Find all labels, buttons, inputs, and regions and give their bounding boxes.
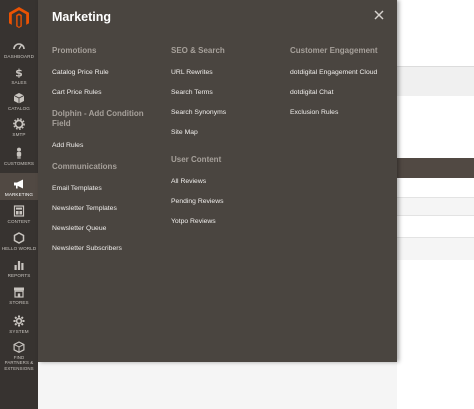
- marketing-flyout-panel: Marketing Promotions Catalog Price Rule …: [38, 0, 397, 362]
- sidebar-item-label: Marketing: [4, 192, 34, 197]
- sidebar-item-label: Dashboard: [4, 54, 34, 59]
- section-title-seo-search: SEO & Search: [171, 46, 225, 55]
- box-icon: [13, 93, 25, 104]
- admin-app: Dashboard $ Sales Catalog SMTP: [0, 0, 474, 409]
- flyout-title: Marketing: [52, 10, 112, 24]
- section-title-communications: Communications: [52, 162, 117, 171]
- dollar-icon: $: [15, 67, 23, 79]
- sidebar-item-dashboard[interactable]: Dashboard: [0, 38, 38, 66]
- dashboard-icon: [13, 43, 25, 50]
- sidebar-item-label: Stores: [9, 300, 29, 305]
- menu-link-exclusion-rules[interactable]: Exclusion Rules: [290, 109, 408, 117]
- person-icon: [16, 147, 22, 159]
- sidebar-item-label: Catalog: [8, 106, 30, 111]
- cube-icon: [13, 341, 25, 353]
- sidebar-item-find-partners[interactable]: Find Partners & Extensions: [0, 339, 38, 371]
- sidebar-item-label: System: [9, 329, 29, 334]
- bar-chart-icon: [14, 261, 24, 270]
- sidebar-item-marketing[interactable]: Marketing: [0, 173, 38, 200]
- menu-group-customer-engagement: Customer Engagement dotdigital Engagemen…: [290, 46, 408, 117]
- menu-link-yotpo-reviews[interactable]: Yotpo Reviews: [171, 218, 289, 226]
- menu-link-newsletter-templates[interactable]: Newsletter Templates: [52, 205, 170, 213]
- sidebar-item-hello-world[interactable]: Hello World: [0, 230, 38, 258]
- menu-group-seo-search: SEO & Search URL Rewrites Search Terms S…: [171, 46, 289, 137]
- menu-column-2: SEO & Search URL Rewrites Search Terms S…: [171, 46, 289, 238]
- menu-link-catalog-price-rule[interactable]: Catalog Price Rule: [52, 69, 170, 77]
- sidebar-item-label: Reports: [7, 273, 31, 278]
- sidebar-item-label: Hello World: [1, 246, 37, 251]
- sidebar-item-smtp[interactable]: SMTP: [0, 116, 38, 144]
- cog-icon: [13, 315, 25, 327]
- menu-column-3: Customer Engagement dotdigital Engagemen…: [290, 46, 408, 129]
- sidebar-item-reports[interactable]: Reports: [0, 257, 38, 285]
- menu-group-dolphin: Dolphin - Add Condition Field Add Rules: [52, 109, 170, 150]
- menu-link-cart-price-rules[interactable]: Cart Price Rules: [52, 89, 170, 97]
- menu-group-user-content: User Content All Reviews Pending Reviews…: [171, 155, 289, 226]
- layout-icon: [13, 205, 25, 217]
- magento-logo[interactable]: [9, 7, 29, 29]
- section-title-user-content: User Content: [171, 155, 222, 164]
- menu-link-dotdigital-chat[interactable]: dotdigital Chat: [290, 89, 408, 97]
- menu-link-newsletter-queue[interactable]: Newsletter Queue: [52, 225, 170, 233]
- sidebar-item-customers[interactable]: Customers: [0, 145, 38, 173]
- admin-sidebar: Dashboard $ Sales Catalog SMTP: [0, 0, 38, 409]
- section-title-customer-engagement: Customer Engagement: [290, 46, 378, 55]
- close-icon[interactable]: [371, 7, 387, 23]
- menu-link-newsletter-subscribers[interactable]: Newsletter Subscribers: [52, 245, 170, 253]
- megaphone-icon: [14, 179, 23, 189]
- sidebar-item-label: Find Partners & Extensions: [4, 354, 34, 371]
- store-icon: [14, 287, 24, 298]
- menu-group-communications: Communications Email Templates Newslette…: [52, 162, 170, 253]
- sidebar-item-sales[interactable]: $ Sales: [0, 64, 38, 92]
- sidebar-item-content[interactable]: Content: [0, 203, 38, 231]
- sidebar-item-label: SMTP: [12, 132, 26, 137]
- menu-link-search-synonyms[interactable]: Search Synonyms: [171, 109, 289, 117]
- section-title-dolphin: Dolphin - Add Condition Field: [52, 109, 144, 128]
- menu-link-site-map[interactable]: Site Map: [171, 129, 289, 137]
- menu-link-add-rules[interactable]: Add Rules: [52, 142, 170, 150]
- hexagon-icon: [13, 232, 25, 244]
- menu-link-dotdigital-engagement-cloud[interactable]: dotdigital Engagement Cloud: [290, 69, 408, 77]
- menu-column-1: Promotions Catalog Price Rule Cart Price…: [52, 46, 170, 265]
- sidebar-item-stores[interactable]: Stores: [0, 284, 38, 312]
- svg-text:$: $: [15, 67, 23, 79]
- menu-link-url-rewrites[interactable]: URL Rewrites: [171, 69, 289, 77]
- section-title-promotions: Promotions: [52, 46, 97, 55]
- menu-link-pending-reviews[interactable]: Pending Reviews: [171, 198, 289, 206]
- sidebar-item-system[interactable]: System: [0, 313, 38, 341]
- sidebar-item-label: Content: [7, 219, 31, 224]
- menu-group-promotions: Promotions Catalog Price Rule Cart Price…: [52, 46, 170, 97]
- menu-link-search-terms[interactable]: Search Terms: [171, 89, 289, 97]
- menu-link-all-reviews[interactable]: All Reviews: [171, 178, 289, 186]
- sidebar-item-label: Sales: [11, 80, 27, 85]
- sidebar-item-catalog[interactable]: Catalog: [0, 90, 38, 118]
- gear-icon: [13, 118, 25, 130]
- menu-link-email-templates[interactable]: Email Templates: [52, 185, 170, 193]
- sidebar-item-label: Customers: [3, 161, 35, 166]
